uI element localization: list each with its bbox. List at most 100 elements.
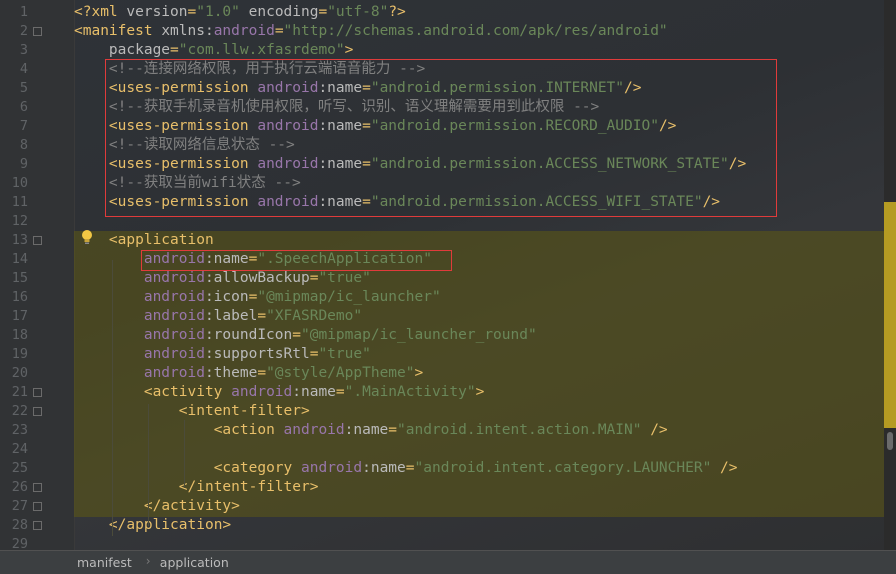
code-token: category — [222, 460, 301, 476]
line-number: 16 — [11, 289, 28, 305]
code-token: package — [108, 42, 171, 58]
indent-guide — [184, 420, 185, 488]
code-token: = — [257, 365, 267, 381]
line-number: 4 — [19, 61, 28, 77]
code-line[interactable]: <intent-filter> — [74, 402, 882, 421]
line-number: 29 — [11, 536, 28, 550]
code-line[interactable] — [74, 535, 882, 550]
indent-guide — [112, 260, 113, 536]
code-token: "@style/AppTheme" — [266, 365, 415, 381]
code-editor[interactable]: 1 2 3 4 5 6 7 8 9 10 11 12 13 14 15 16 17 18 19 20 21 22 23 24 2… — [0, 0, 896, 550]
code-token: ".MainActivity" — [344, 384, 476, 400]
fold-toggle-icon[interactable] — [33, 236, 42, 245]
code-token: intent-filter — [196, 479, 310, 495]
code-token: android — [231, 384, 293, 400]
code-token: manifest — [82, 23, 162, 39]
code-line[interactable]: android:supportsRtl="true" — [74, 345, 882, 364]
code-token: </ — [178, 479, 197, 495]
fold-toggle-icon[interactable] — [33, 483, 42, 492]
code-token: android — [301, 460, 363, 476]
code-token: <? — [74, 4, 92, 20]
code-token: /> — [650, 422, 668, 438]
chevron-right-icon: › — [145, 554, 151, 568]
line-number: 11 — [11, 194, 28, 210]
code-token: :name — [292, 384, 336, 400]
code-token: </ — [143, 498, 162, 514]
code-token: = — [318, 4, 328, 20]
code-token: version — [126, 4, 188, 20]
fold-toggle-icon[interactable] — [33, 27, 42, 36]
code-token: "com.llw.xfasrdemo" — [178, 42, 345, 58]
code-token: > — [414, 365, 424, 381]
speech-application-highlight-box — [141, 250, 452, 271]
vertical-scrollbar[interactable] — [884, 0, 896, 550]
breadcrumb-item-application[interactable]: application — [160, 555, 229, 570]
code-token: "true" — [318, 346, 371, 362]
breadcrumb-item-manifest[interactable]: manifest — [77, 555, 132, 570]
code-token: > — [475, 384, 485, 400]
code-line[interactable]: android:allowBackup="true" — [74, 269, 882, 288]
code-line[interactable]: package="com.llw.xfasrdemo"> — [74, 41, 882, 60]
fold-toggle-icon[interactable] — [33, 521, 42, 530]
line-number: 28 — [11, 517, 28, 533]
code-token: "XFASRDemo" — [266, 308, 363, 324]
code-token: = — [257, 308, 267, 324]
line-number: 26 — [11, 479, 28, 495]
code-line[interactable]: <activity android:name=".MainActivity"> — [74, 383, 882, 402]
code-line[interactable]: </activity> — [74, 497, 882, 516]
code-line[interactable]: </application> — [74, 516, 882, 535]
permissions-highlight-box — [105, 59, 777, 217]
code-token: = — [388, 422, 398, 438]
code-line[interactable]: <category android:name="android.intent.c… — [74, 459, 882, 478]
line-number: 21 — [11, 384, 28, 400]
code-token: activity — [161, 498, 232, 514]
code-line[interactable]: android:icon="@mipmap/ic_launcher" — [74, 288, 882, 307]
code-line[interactable]: </intent-filter> — [74, 478, 882, 497]
code-line[interactable]: <application — [74, 231, 882, 250]
fold-toggle-icon[interactable] — [33, 407, 42, 416]
line-number: 20 — [11, 365, 28, 381]
line-number-gutter[interactable]: 1 2 3 4 5 6 7 8 9 10 11 12 13 14 15 16 17 18 19 20 21 22 23 24 2… — [0, 0, 75, 550]
code-line[interactable]: android:roundIcon="@mipmap/ic_launcher_r… — [74, 326, 882, 345]
code-token: "utf-8" — [327, 4, 389, 20]
fold-toggle-icon[interactable] — [33, 502, 42, 511]
code-token: android — [143, 270, 205, 286]
fold-toggle-icon[interactable] — [33, 388, 42, 397]
code-line[interactable]: <manifest xmlns:android="http://schemas.… — [74, 22, 882, 41]
code-token: :supportsRtl — [204, 346, 310, 362]
line-number: 22 — [11, 403, 28, 419]
code-line[interactable] — [74, 440, 882, 459]
code-token: xmlns: — [161, 23, 214, 39]
code-token: activity — [152, 384, 232, 400]
code-line[interactable]: <?xml version="1.0" encoding="utf-8"?> — [74, 3, 882, 22]
scrollbar-highlight-mark — [884, 202, 896, 428]
code-token: android — [283, 422, 345, 438]
code-line[interactable]: android:theme="@style/AppTheme"> — [74, 364, 882, 383]
scrollbar-thumb[interactable] — [887, 432, 893, 450]
code-token: = — [405, 460, 415, 476]
code-token: /> — [720, 460, 738, 476]
line-number: 23 — [11, 422, 28, 438]
code-line[interactable]: android:label="XFASRDemo" — [74, 307, 882, 326]
code-token: "@mipmap/ic_launcher" — [257, 289, 441, 305]
code-line[interactable]: <action android:name="android.intent.act… — [74, 421, 882, 440]
line-number: 13 — [11, 232, 28, 248]
code-token: "@mipmap/ic_launcher_round" — [301, 327, 537, 343]
line-number: 19 — [11, 346, 28, 362]
line-number: 5 — [19, 80, 28, 96]
code-token: > — [309, 479, 319, 495]
line-number: 17 — [11, 308, 28, 324]
lightbulb-icon[interactable] — [80, 229, 94, 245]
code-token: "1.0" — [196, 4, 240, 20]
line-number: 2 — [19, 23, 28, 39]
